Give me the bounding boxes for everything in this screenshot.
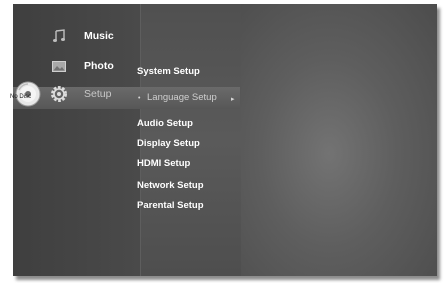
submenu-item-parental-setup[interactable]: Parental Setup [137, 200, 204, 211]
menu-item-label: Photo [84, 60, 114, 72]
submenu-item-audio-setup[interactable]: Audio Setup [137, 118, 193, 129]
submenu-item-network-setup[interactable]: Network Setup [137, 180, 204, 191]
submenu-item-hdmi-setup[interactable]: HDMI Setup [137, 158, 190, 169]
bullet-left-icon: • [138, 95, 141, 102]
menu-item-label: Music [84, 30, 114, 42]
submenu-item-display-setup[interactable]: Display Setup [137, 138, 200, 149]
menu-item-setup[interactable]: Setup [48, 84, 111, 104]
photo-icon [48, 57, 70, 75]
gear-icon [48, 85, 70, 103]
submenu-item-language-setup[interactable]: Language Setup [147, 92, 217, 103]
menu-item-music[interactable]: Music [48, 26, 114, 46]
arrow-right-icon: ▸ [231, 96, 235, 103]
disc-status-label: No Disc [10, 94, 32, 100]
submenu-item-system-setup[interactable]: System Setup [137, 66, 200, 77]
music-icon [48, 27, 70, 45]
menu-item-photo[interactable]: Photo [48, 56, 114, 76]
menu-item-label: Setup [84, 88, 112, 100]
preview-area [241, 4, 437, 276]
